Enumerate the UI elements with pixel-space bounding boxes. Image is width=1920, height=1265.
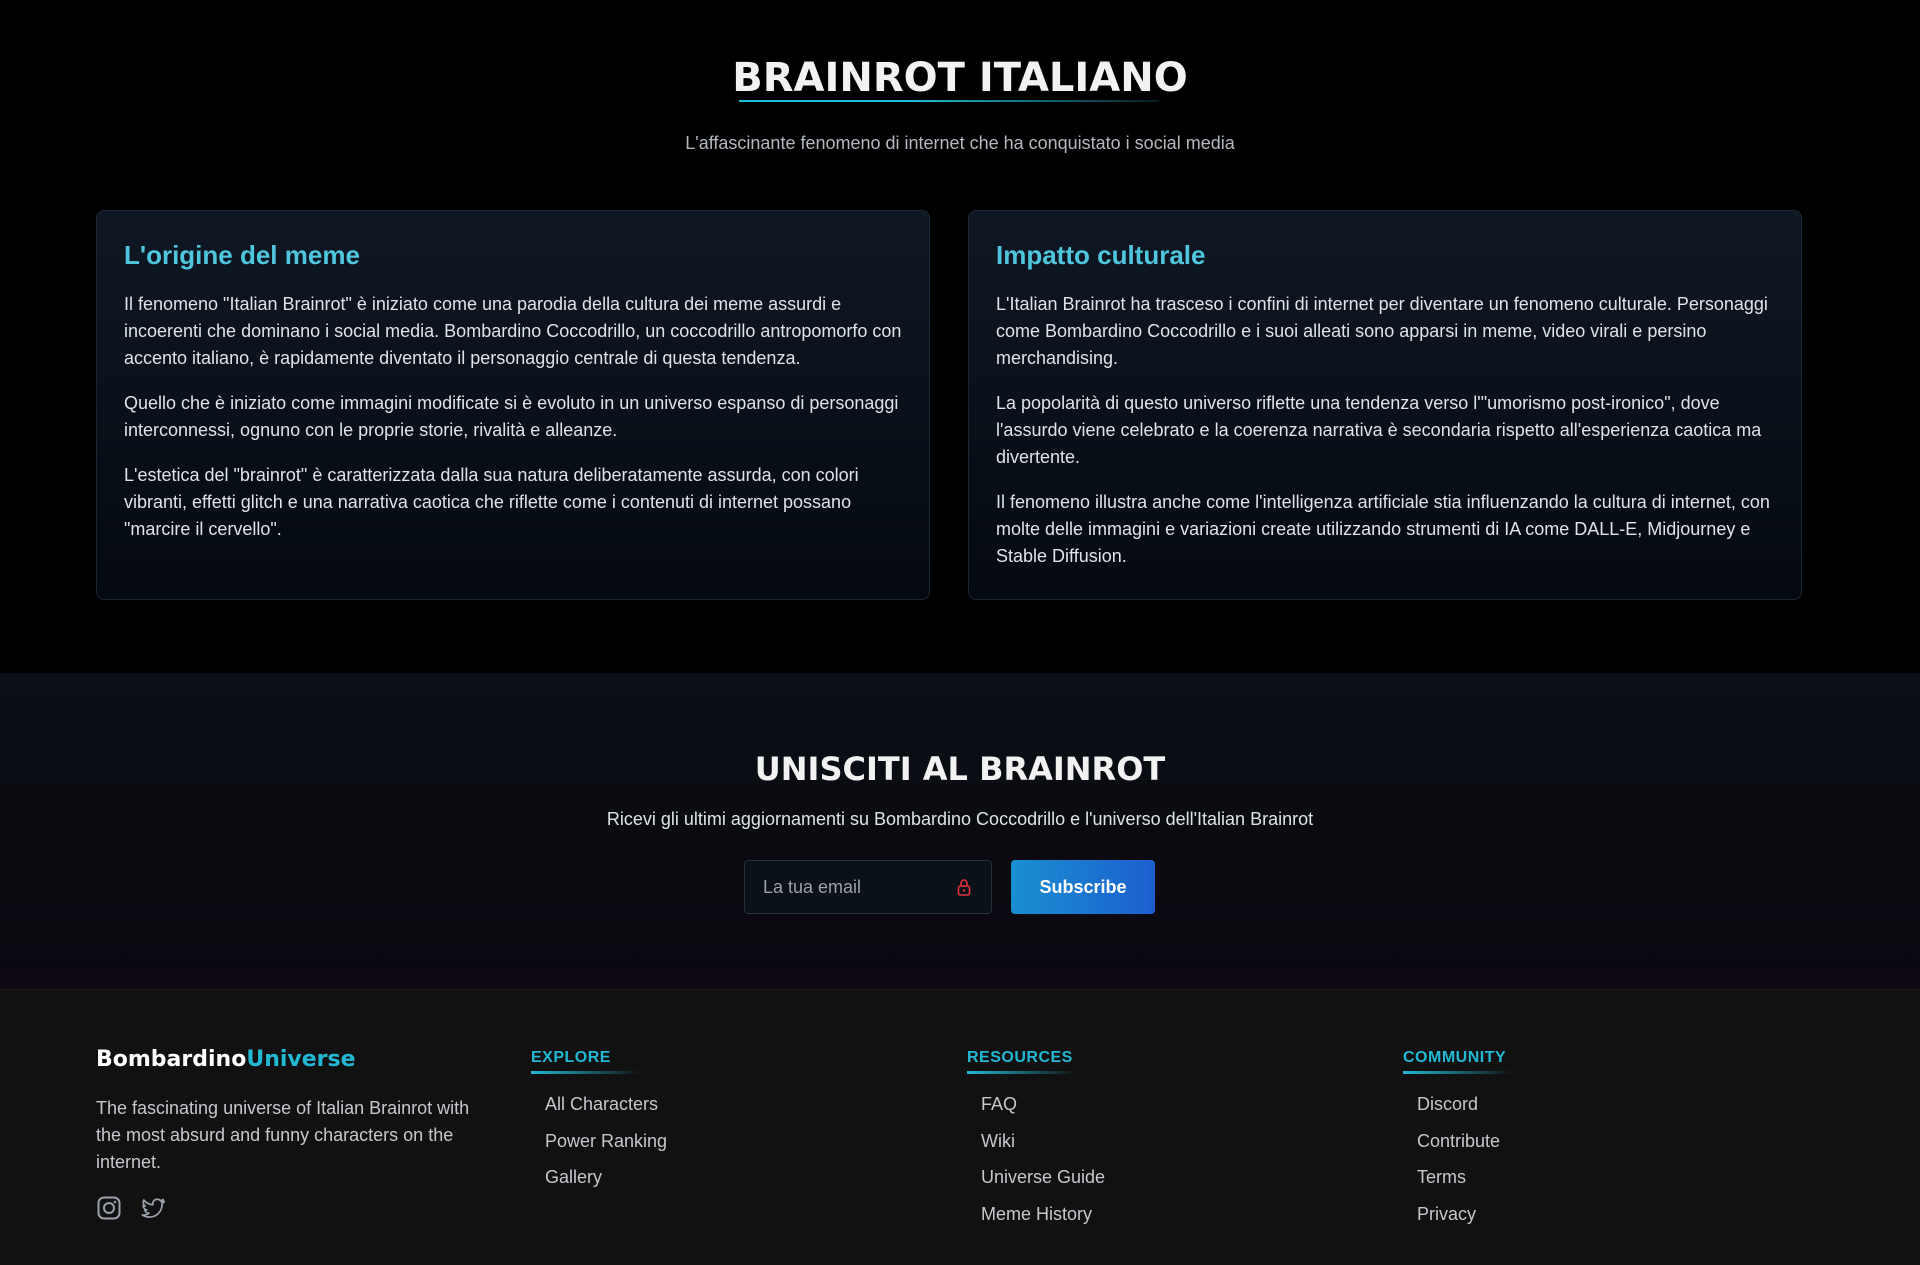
impact-card: Impatto culturale L'Italian Brainrot ha … — [968, 210, 1802, 600]
instagram-icon[interactable] — [96, 1195, 122, 1221]
newsletter-section: UNISCITI AL BRAINROT Ricevi gli ultimi a… — [0, 673, 1920, 989]
community-links: Discord Contribute Terms Privacy — [1403, 1086, 1513, 1232]
footer-community-column: COMMUNITY Discord Contribute Terms Priva… — [1403, 1048, 1513, 1232]
footer-link-discord[interactable]: Discord — [1403, 1086, 1513, 1123]
impact-paragraph-3: Il fenomeno illustra anche come l'intell… — [996, 492, 1770, 566]
page-subtitle: L'affascinante fenomeno di internet che … — [685, 133, 1235, 153]
subscribe-button[interactable]: Subscribe — [1011, 860, 1155, 914]
footer-link-wiki[interactable]: Wiki — [967, 1123, 1105, 1160]
resources-links: FAQ Wiki Universe Guide Meme History — [967, 1086, 1105, 1232]
explore-links: All Characters Power Ranking Gallery — [531, 1086, 667, 1196]
footer-description: The fascinating universe of Italian Brai… — [96, 1098, 470, 1172]
origin-card-title: L'origine del meme — [124, 240, 360, 270]
explore-heading-text: EXPLORE — [531, 1049, 611, 1066]
footer-link-privacy[interactable]: Privacy — [1403, 1196, 1513, 1233]
footer-link-terms[interactable]: Terms — [1403, 1159, 1513, 1196]
footer-explore-column: EXPLORE All Characters Power Ranking Gal… — [531, 1048, 667, 1196]
footer-resources-column: RESOURCES FAQ Wiki Universe Guide Meme H… — [967, 1048, 1105, 1232]
newsletter-title: UNISCITI AL BRAINROT — [754, 750, 1166, 788]
title-underline — [739, 100, 1159, 102]
origin-paragraph-2: Quello che è iniziato come immagini modi… — [124, 393, 899, 440]
impact-paragraph-2: La popolarità di questo universo riflett… — [996, 393, 1762, 467]
origin-paragraph-3: L'estetica del "brainrot" è caratterizza… — [124, 465, 859, 539]
about-section: BRAINROT ITALIANO L'affascinante fenomen… — [0, 0, 1920, 673]
community-heading: COMMUNITY — [1403, 1048, 1513, 1074]
email-field-container — [744, 860, 992, 914]
brand-name: Bombardino — [96, 1047, 247, 1072]
footer-link-contribute[interactable]: Contribute — [1403, 1123, 1513, 1160]
heading-underline — [967, 1071, 1077, 1074]
footer-link-universe-guide[interactable]: Universe Guide — [967, 1159, 1105, 1196]
footer-link-power-ranking[interactable]: Power Ranking — [531, 1123, 667, 1160]
impact-card-title: Impatto culturale — [996, 240, 1206, 270]
origin-card: L'origine del meme Il fenomeno "Italian … — [96, 210, 930, 600]
footer-logo[interactable]: BombardinoUniverse — [96, 1046, 356, 1074]
footer: BombardinoUniverse The fascinating unive… — [0, 989, 1920, 1265]
impact-paragraph-1: L'Italian Brainrot ha trasceso i confini… — [996, 294, 1768, 368]
explore-heading: EXPLORE — [531, 1048, 641, 1074]
newsletter-description: Ricevi gli ultimi aggiornamenti su Bomba… — [606, 809, 1314, 829]
brand-accent: Universe — [246, 1047, 356, 1072]
footer-link-meme-history[interactable]: Meme History — [967, 1196, 1105, 1233]
page-title: BRAINROT ITALIANO — [732, 55, 1188, 101]
heading-underline — [1403, 1071, 1513, 1074]
heading-underline — [531, 1071, 641, 1074]
twitter-icon[interactable] — [140, 1195, 166, 1221]
resources-heading-text: RESOURCES — [967, 1049, 1073, 1066]
footer-link-faq[interactable]: FAQ — [967, 1086, 1105, 1123]
community-heading-text: COMMUNITY — [1403, 1049, 1507, 1066]
email-field[interactable] — [745, 861, 945, 913]
footer-link-gallery[interactable]: Gallery — [531, 1159, 667, 1196]
resources-heading: RESOURCES — [967, 1048, 1077, 1074]
origin-paragraph-1: Il fenomeno "Italian Brainrot" è iniziat… — [124, 294, 902, 368]
footer-link-all-characters[interactable]: All Characters — [531, 1086, 667, 1123]
